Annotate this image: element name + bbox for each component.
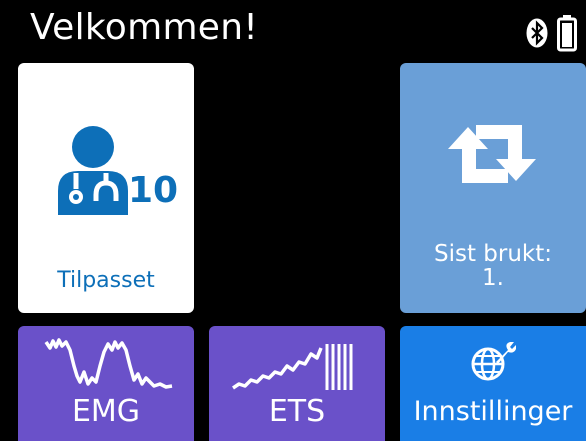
- last-used-tile[interactable]: Sist brukt: 1.: [400, 63, 586, 313]
- battery-icon: [557, 15, 577, 52]
- program-count: 10: [128, 170, 179, 211]
- status-header: Velkommen!: [0, 0, 586, 60]
- emg-wave-icon: [44, 338, 173, 389]
- settings-tile[interactable]: Innstillinger: [400, 326, 586, 441]
- last-used-label: Sist brukt:: [433, 241, 553, 267]
- emg-label: EMG: [71, 394, 141, 429]
- ets-label: ETS: [268, 394, 326, 429]
- doctor-icon: [58, 126, 128, 215]
- ets-wave-icon: [232, 344, 353, 390]
- custom-program-tile[interactable]: 10 Tilpasset: [18, 63, 194, 313]
- settings-label: Innstillinger: [413, 396, 573, 427]
- emg-tile[interactable]: EMG: [18, 326, 194, 441]
- repeat-icon: [448, 125, 536, 183]
- last-used-value: 1.: [482, 265, 504, 291]
- globe-wrench-icon: [471, 342, 516, 381]
- custom-tile-label: Tilpasset: [57, 268, 155, 293]
- ets-tile[interactable]: ETS: [209, 326, 385, 441]
- page-title: Velkommen!: [30, 7, 259, 48]
- bluetooth-icon: [526, 18, 548, 48]
